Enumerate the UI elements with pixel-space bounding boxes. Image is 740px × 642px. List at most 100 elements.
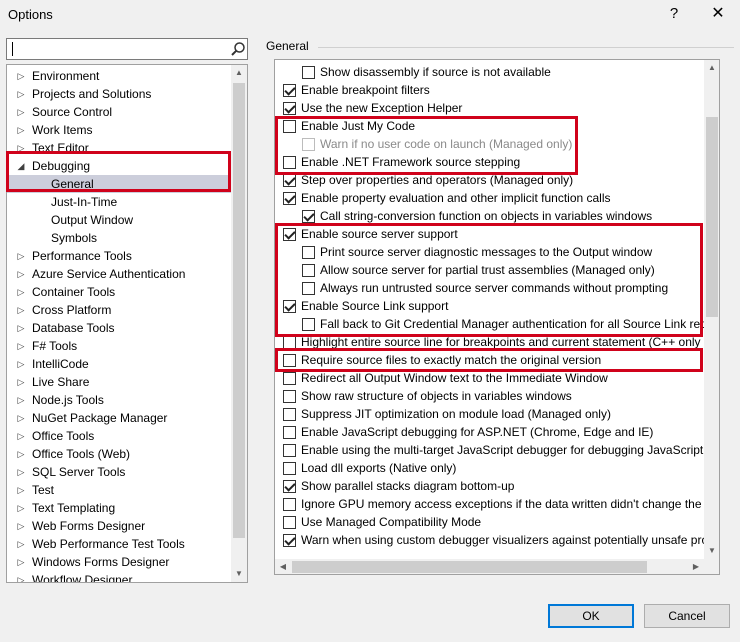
checkbox-checked[interactable] xyxy=(283,480,296,493)
option-row[interactable]: Warn when using custom debugger visualiz… xyxy=(275,531,708,549)
expand-down-icon[interactable]: ◢ xyxy=(16,157,26,175)
checkbox-unchecked[interactable] xyxy=(283,354,296,367)
close-button[interactable]: ✕ xyxy=(705,2,731,26)
checkbox-unchecked[interactable] xyxy=(302,318,315,331)
expand-right-icon[interactable]: ▷ xyxy=(16,265,26,283)
tree-item[interactable]: ▷ Office Tools (Web) xyxy=(7,445,231,463)
option-row[interactable]: Enable using the multi-target JavaScript… xyxy=(275,441,709,459)
tree-item[interactable]: ▷ Cross Platform xyxy=(7,301,231,319)
checkbox-unchecked[interactable] xyxy=(283,516,296,529)
expand-right-icon[interactable]: ▷ xyxy=(16,499,26,517)
scroll-thumb[interactable] xyxy=(292,561,647,573)
scroll-down-icon[interactable]: ▼ xyxy=(231,566,247,582)
option-row[interactable]: Step over properties and operators (Mana… xyxy=(275,171,705,189)
tree-item[interactable]: ▷ Source Control xyxy=(7,103,231,121)
expand-right-icon[interactable]: ▷ xyxy=(16,427,26,445)
help-button[interactable]: ? xyxy=(662,2,686,26)
expand-right-icon[interactable]: ▷ xyxy=(16,571,26,582)
expand-right-icon[interactable]: ▷ xyxy=(16,445,26,463)
checkbox-unchecked[interactable] xyxy=(283,426,296,439)
checkbox-checked[interactable] xyxy=(283,300,296,313)
expand-right-icon[interactable]: ▷ xyxy=(16,535,26,553)
option-row[interactable]: Fall back to Git Credential Manager auth… xyxy=(275,315,714,333)
checkbox-unchecked[interactable] xyxy=(302,264,315,277)
expand-right-icon[interactable]: ▷ xyxy=(16,301,26,319)
checkbox-checked[interactable] xyxy=(283,174,296,187)
scroll-up-icon[interactable]: ▲ xyxy=(704,60,719,76)
search-icon[interactable] xyxy=(230,41,246,57)
scroll-left-icon[interactable]: ◀ xyxy=(275,559,291,574)
tree-item[interactable]: ▷ SQL Server Tools xyxy=(7,463,231,481)
tree-item[interactable]: ▷ Node.js Tools xyxy=(7,391,231,409)
options-hscrollbar[interactable]: ◀ ▶ xyxy=(275,559,704,574)
scroll-thumb[interactable] xyxy=(233,83,245,538)
option-row[interactable]: Highlight entire source line for breakpo… xyxy=(275,333,705,351)
option-row[interactable]: Load dll exports (Native only) xyxy=(275,459,705,477)
checkbox-checked[interactable] xyxy=(302,210,315,223)
checkbox-unchecked[interactable] xyxy=(283,462,296,475)
checkbox-checked[interactable] xyxy=(283,102,296,115)
tree-item[interactable]: ▷ Container Tools xyxy=(7,283,231,301)
tree-item[interactable]: Just-In-Time xyxy=(7,193,231,211)
expand-right-icon[interactable]: ▷ xyxy=(16,391,26,409)
tree-item[interactable]: ◢ Debugging xyxy=(7,157,231,175)
option-row[interactable]: Enable Source Link support xyxy=(275,297,705,315)
option-row[interactable]: Show disassembly if source is not availa… xyxy=(275,63,705,81)
expand-right-icon[interactable]: ▷ xyxy=(16,355,26,373)
tree-item[interactable]: ▷ Live Share xyxy=(7,373,231,391)
expand-right-icon[interactable]: ▷ xyxy=(16,337,26,355)
tree-item[interactable]: ▷ Work Items xyxy=(7,121,231,139)
tree-item[interactable]: ▷ Projects and Solutions xyxy=(7,85,231,103)
expand-right-icon[interactable]: ▷ xyxy=(16,553,26,571)
expand-right-icon[interactable]: ▷ xyxy=(16,85,26,103)
tree-item[interactable]: ▷ Text Editor xyxy=(7,139,231,157)
checkbox-unchecked[interactable] xyxy=(283,444,296,457)
expand-right-icon[interactable]: ▷ xyxy=(16,283,26,301)
option-row[interactable]: Use Managed Compatibility Mode xyxy=(275,513,705,531)
checkbox-unchecked[interactable] xyxy=(283,120,296,133)
checkbox-checked[interactable] xyxy=(283,534,296,547)
checkbox-checked[interactable] xyxy=(283,84,296,97)
option-row[interactable]: Show parallel stacks diagram bottom-up xyxy=(275,477,705,495)
tree-item[interactable]: ▷ Web Forms Designer xyxy=(7,517,231,535)
checkbox-unchecked[interactable] xyxy=(283,390,296,403)
checkbox-unchecked[interactable] xyxy=(283,336,296,349)
tree-item[interactable]: ▷ F# Tools xyxy=(7,337,231,355)
option-row[interactable]: Call string-conversion function on objec… xyxy=(275,207,705,225)
checkbox-unchecked[interactable] xyxy=(283,408,296,421)
option-row[interactable]: Use the new Exception Helper xyxy=(275,99,705,117)
expand-right-icon[interactable]: ▷ xyxy=(16,373,26,391)
option-row[interactable]: Enable .NET Framework source stepping xyxy=(275,153,705,171)
tree-item[interactable]: ▷ NuGet Package Manager xyxy=(7,409,231,427)
tree-item[interactable]: ▷ Database Tools xyxy=(7,319,231,337)
option-row[interactable]: Enable breakpoint filters xyxy=(275,81,705,99)
checkbox-unchecked[interactable] xyxy=(283,372,296,385)
option-row[interactable]: Always run untrusted source server comma… xyxy=(275,279,705,297)
expand-right-icon[interactable]: ▷ xyxy=(16,139,26,157)
tree-item[interactable]: ▷ Environment xyxy=(7,67,231,85)
tree-item[interactable]: ▷ Azure Service Authentication xyxy=(7,265,231,283)
checkbox-unchecked[interactable] xyxy=(283,156,296,169)
tree-item[interactable]: ▷ Performance Tools xyxy=(7,247,231,265)
tree-item[interactable]: ▷ Test xyxy=(7,481,231,499)
expand-right-icon[interactable]: ▷ xyxy=(16,103,26,121)
tree-item[interactable]: ▷ Workflow Designer xyxy=(7,571,231,582)
expand-right-icon[interactable]: ▷ xyxy=(16,463,26,481)
cancel-button[interactable]: Cancel xyxy=(644,604,730,628)
checkbox-unchecked[interactable] xyxy=(302,246,315,259)
option-row[interactable]: Show raw structure of objects in variabl… xyxy=(275,387,705,405)
expand-right-icon[interactable]: ▷ xyxy=(16,319,26,337)
option-row[interactable]: Allow source server for partial trust as… xyxy=(275,261,705,279)
option-row[interactable]: Enable source server support xyxy=(275,225,705,243)
checkbox-unchecked[interactable] xyxy=(302,66,315,79)
option-row[interactable]: Enable JavaScript debugging for ASP.NET … xyxy=(275,423,705,441)
tree-item[interactable]: ▷ Web Performance Test Tools xyxy=(7,535,231,553)
search-input[interactable] xyxy=(8,40,226,58)
expand-right-icon[interactable]: ▷ xyxy=(16,409,26,427)
checkbox-checked[interactable] xyxy=(283,228,296,241)
scroll-right-icon[interactable]: ▶ xyxy=(688,559,704,574)
option-row[interactable]: Enable Just My Code xyxy=(275,117,705,135)
scroll-down-icon[interactable]: ▼ xyxy=(704,543,719,559)
option-row[interactable]: Redirect all Output Window text to the I… xyxy=(275,369,705,387)
checkbox-unchecked[interactable] xyxy=(283,498,296,511)
